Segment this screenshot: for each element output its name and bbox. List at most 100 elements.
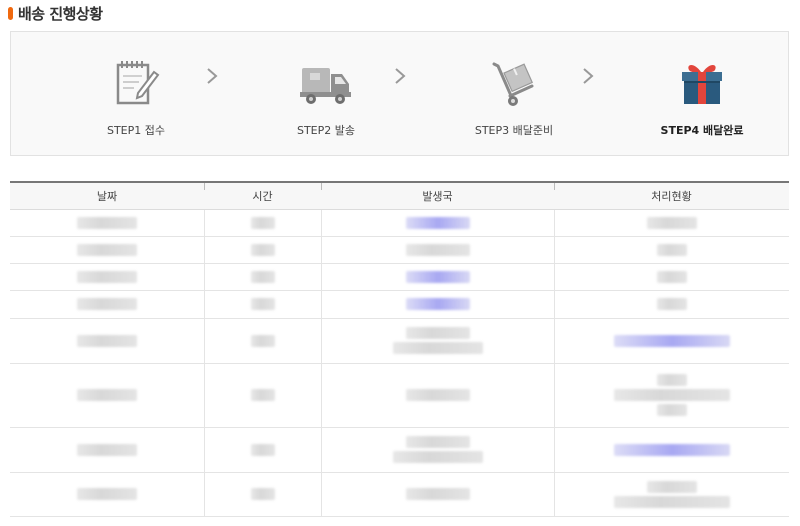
status-cell bbox=[553, 427, 789, 473]
gift-box-icon bbox=[682, 65, 722, 104]
status-value bbox=[656, 404, 687, 416]
step-2-label: STEP2 발송 bbox=[296, 124, 356, 137]
date-cell bbox=[10, 318, 204, 364]
time-value bbox=[250, 334, 275, 347]
location-value bbox=[405, 327, 470, 339]
time-cell bbox=[203, 236, 321, 264]
time-cell bbox=[203, 209, 321, 237]
location-cell bbox=[320, 209, 554, 237]
step-1: STEP1 접수 bbox=[66, 32, 206, 157]
date-value bbox=[76, 389, 137, 401]
date-cell bbox=[10, 209, 204, 237]
location-value bbox=[405, 243, 470, 256]
status-value bbox=[656, 374, 687, 386]
location-phone bbox=[392, 342, 483, 354]
table-row bbox=[10, 472, 789, 517]
date-value bbox=[76, 243, 137, 256]
status-value bbox=[613, 495, 730, 508]
status-value bbox=[613, 389, 730, 401]
delivery-truck-icon bbox=[300, 68, 351, 104]
chevron-right-icon bbox=[395, 68, 406, 84]
location-cell bbox=[320, 363, 554, 428]
table-row bbox=[10, 236, 789, 264]
step-2: STEP2 발송 bbox=[256, 32, 396, 157]
table-row bbox=[10, 318, 789, 364]
tracking-history-table: 날짜 시간 발생국 처리현황 bbox=[10, 181, 789, 517]
location-cell bbox=[320, 236, 554, 264]
date-value bbox=[76, 443, 137, 456]
title-marker bbox=[8, 7, 13, 20]
status-cell bbox=[553, 263, 789, 291]
time-value bbox=[250, 488, 275, 500]
table-row bbox=[10, 209, 789, 237]
date-value bbox=[76, 270, 137, 283]
time-value bbox=[250, 298, 275, 310]
date-cell bbox=[10, 363, 204, 428]
time-value bbox=[250, 443, 275, 456]
status-value bbox=[656, 298, 687, 310]
table-header-row: 날짜 시간 발생국 처리현황 bbox=[10, 182, 789, 210]
time-cell bbox=[203, 472, 321, 517]
location-cell bbox=[320, 263, 554, 291]
location-link[interactable] bbox=[405, 216, 470, 229]
status-link[interactable] bbox=[613, 334, 730, 347]
time-value bbox=[250, 216, 275, 229]
column-header-date: 날짜 bbox=[10, 182, 204, 210]
date-cell bbox=[10, 472, 204, 517]
status-value bbox=[646, 480, 697, 493]
status-cell bbox=[553, 290, 789, 319]
location-cell bbox=[320, 427, 554, 473]
time-cell bbox=[203, 290, 321, 319]
date-value bbox=[76, 334, 137, 347]
chevron-right-icon bbox=[207, 68, 218, 84]
time-value bbox=[250, 243, 275, 256]
status-value bbox=[656, 243, 687, 256]
date-cell bbox=[10, 427, 204, 473]
column-header-time: 시간 bbox=[204, 182, 321, 210]
date-value bbox=[76, 298, 137, 310]
location-cell bbox=[320, 472, 554, 517]
date-cell bbox=[10, 236, 204, 264]
chevron-right-icon bbox=[583, 68, 594, 84]
time-cell bbox=[203, 363, 321, 428]
time-cell bbox=[203, 427, 321, 473]
status-cell bbox=[553, 363, 789, 428]
notepad-pencil-icon bbox=[116, 61, 160, 105]
table-row bbox=[10, 263, 789, 291]
location-cell bbox=[320, 318, 554, 364]
date-cell bbox=[10, 290, 204, 319]
location-value bbox=[405, 436, 470, 448]
date-value bbox=[76, 216, 137, 229]
time-value bbox=[250, 270, 275, 283]
column-header-status: 처리현황 bbox=[554, 182, 789, 210]
location-link[interactable] bbox=[405, 270, 470, 283]
status-value bbox=[646, 216, 697, 229]
section-header: 배송 진행상황 bbox=[8, 2, 103, 24]
column-header-location: 발생국 bbox=[321, 182, 554, 210]
table-row bbox=[10, 427, 789, 473]
date-cell bbox=[10, 263, 204, 291]
date-value bbox=[76, 488, 137, 500]
status-cell bbox=[553, 472, 789, 517]
delivery-steps-panel: STEP1 접수 STEP2 발송 STEP3 배달준비 STEP4 배달완료 bbox=[10, 31, 789, 156]
location-value bbox=[405, 389, 470, 401]
step-4-label: STEP4 배달완료 bbox=[660, 124, 744, 137]
step-3: STEP3 배달준비 bbox=[444, 32, 584, 157]
status-link[interactable] bbox=[613, 443, 730, 456]
page-title: 배송 진행상황 bbox=[18, 4, 103, 23]
time-cell bbox=[203, 318, 321, 364]
location-phone bbox=[392, 451, 483, 463]
step-4: STEP4 배달완료 bbox=[632, 32, 772, 157]
location-value bbox=[405, 488, 470, 500]
table-row bbox=[10, 290, 789, 319]
step-1-label: STEP1 접수 bbox=[106, 124, 166, 137]
time-value bbox=[250, 389, 275, 401]
status-cell bbox=[553, 236, 789, 264]
table-row bbox=[10, 363, 789, 428]
step-3-label: STEP3 배달준비 bbox=[474, 124, 554, 137]
location-cell bbox=[320, 290, 554, 319]
hand-truck-box-icon bbox=[492, 62, 534, 106]
location-link[interactable] bbox=[405, 298, 470, 310]
status-cell bbox=[553, 209, 789, 237]
status-cell bbox=[553, 318, 789, 364]
